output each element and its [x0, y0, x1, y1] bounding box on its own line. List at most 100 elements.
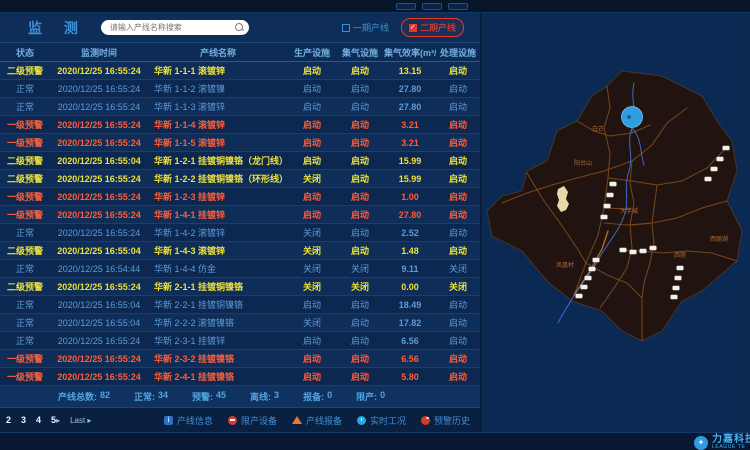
facility-marker[interactable]: [705, 177, 712, 181]
cluster-marker[interactable]: [622, 107, 643, 128]
status-cell: 一级预警: [0, 190, 50, 203]
gas-facility-cell: 启动: [336, 118, 384, 131]
gas-facility-cell: 启动: [336, 190, 384, 203]
facility-marker[interactable]: [620, 248, 627, 252]
facility-marker[interactable]: [581, 285, 588, 289]
treatment-facility-cell: 启动: [436, 118, 480, 131]
toolbar: 监 测 一期产线 ✓ 二期产线: [0, 13, 480, 43]
production-facility-cell: 启动: [288, 136, 336, 149]
table-row[interactable]: 二级预警 2020/12/25 16:55:24 华新 1-2-2 挂镀铜镍铬（…: [0, 170, 480, 188]
facility-marker[interactable]: [576, 294, 583, 298]
table-row[interactable]: 一级预警 2020/12/25 16:55:24 华新 1-1-4 滚镀锌 启动…: [0, 116, 480, 134]
table-row[interactable]: 正常 2020/12/25 16:55:24 华新 2-3-1 挂镀锌 启动 启…: [0, 332, 480, 350]
production-facility-cell: 关闭: [288, 172, 336, 185]
district-map[interactable]: 白芒阳台山大学城西丽湖西丽凤凰村: [482, 13, 748, 432]
map-canvas[interactable]: 白芒阳台山大学城西丽湖西丽凤凰村: [482, 13, 748, 432]
table-row[interactable]: 一级预警 2020/12/25 16:55:24 华新 2-3-2 挂镀镍铬 启…: [0, 350, 480, 368]
facility-marker[interactable]: [585, 276, 592, 280]
summary-label: 产线总数:: [58, 390, 97, 403]
page-button[interactable]: 3: [21, 415, 26, 425]
page-button[interactable]: 2: [6, 415, 11, 425]
table-row[interactable]: 二级预警 2020/12/25 16:55:24 华新 2-1-1 挂镀铜镍铬 …: [0, 278, 480, 296]
facility-marker[interactable]: [589, 267, 596, 271]
efficiency-cell: 18.49: [384, 300, 436, 310]
search-input[interactable]: [110, 23, 234, 32]
facility-marker[interactable]: [593, 258, 600, 262]
table-row[interactable]: 一级预警 2020/12/25 16:55:24 华新 1-2-3 挂镀锌 启动…: [0, 188, 480, 206]
table-row[interactable]: 一级预警 2020/12/25 16:55:24 华新 1-1-5 滚镀锌 启动…: [0, 134, 480, 152]
facility-marker[interactable]: [607, 193, 614, 197]
last-page-button[interactable]: Last ▸: [70, 416, 91, 425]
cluster-marker-dot: [627, 115, 631, 119]
status-cell: 正常: [0, 298, 50, 311]
legend-button-report-triangle[interactable]: 产线报备: [292, 414, 342, 427]
top-window-bar: [0, 0, 750, 13]
topbar-tab[interactable]: [448, 3, 468, 10]
line-name-cell: 华新 1-1-4 滚镀锌: [148, 118, 288, 131]
header-status: 状态: [0, 46, 50, 59]
checkbox-unchecked-icon[interactable]: [342, 24, 350, 32]
topbar-tab[interactable]: [396, 3, 416, 10]
table-row[interactable]: 一级预警 2020/12/25 16:55:24 华新 2-4-1 挂镀镍铬 启…: [0, 368, 480, 386]
treatment-facility-cell: 关闭: [436, 280, 480, 293]
summary-bar: 产线总数: 82 正常: 34 预警: 45 离线: 3 报备: 0 限产: 0: [0, 386, 480, 408]
summary-item: 报备: 0: [303, 390, 332, 403]
table-row[interactable]: 正常 2020/12/25 16:55:04 华新 2-2-1 挂镀铜镍铬 启动…: [0, 296, 480, 314]
table-row[interactable]: 二级预警 2020/12/25 16:55:24 华新 1-1-1 滚镀锌 启动…: [0, 62, 480, 80]
legend-button-alert-history[interactable]: 预警历史: [421, 414, 470, 427]
table-row[interactable]: 正常 2020/12/25 16:55:24 华新 1-1-3 滚镀锌 启动 启…: [0, 98, 480, 116]
line-name-cell: 华新 1-1-3 滚镀锌: [148, 100, 288, 113]
status-cell: 一级预警: [0, 118, 50, 131]
facility-marker[interactable]: [675, 276, 682, 280]
time-cell: 2020/12/25 16:55:24: [50, 336, 148, 346]
facility-marker[interactable]: [717, 157, 724, 161]
company-logo: 力嘉科技 LEAGUE TE: [694, 435, 750, 450]
facility-marker[interactable]: [610, 182, 617, 186]
production-facility-cell: 启动: [288, 334, 336, 347]
table-row[interactable]: 二级预警 2020/12/25 16:55:04 华新 1-4-3 滚镀锌 关闭…: [0, 242, 480, 260]
facility-marker[interactable]: [604, 204, 611, 208]
table-row[interactable]: 正常 2020/12/25 16:55:24 华新 1-4-2 滚镀锌 关闭 启…: [0, 224, 480, 242]
table-row[interactable]: 二级预警 2020/12/25 16:55:04 华新 1-2-1 挂镀铜镍铬（…: [0, 152, 480, 170]
search-icon[interactable]: [234, 22, 245, 33]
efficiency-cell: 15.99: [384, 174, 436, 184]
topbar-tab[interactable]: [422, 3, 442, 10]
logo-text-en: LEAGUE TE: [712, 445, 750, 450]
search-box: [101, 20, 249, 35]
status-cell: 一级预警: [0, 208, 50, 221]
facility-marker[interactable]: [671, 295, 678, 299]
production-facility-cell: 启动: [288, 352, 336, 365]
line-name-cell: 华新 1-4-4 仿金: [148, 262, 288, 275]
facility-marker[interactable]: [677, 266, 684, 270]
treatment-facility-cell: 启动: [436, 226, 480, 239]
table-row[interactable]: 正常 2020/12/25 16:55:04 华新 2-2-2 滚镀镍铬 关闭 …: [0, 314, 480, 332]
production-facility-cell: 启动: [288, 298, 336, 311]
header-treatment: 处理设施: [436, 46, 480, 59]
phase1-checkbox-group[interactable]: 一期产线: [342, 21, 389, 34]
page-button[interactable]: 4: [36, 415, 41, 425]
facility-marker[interactable]: [640, 249, 647, 253]
facility-marker[interactable]: [723, 146, 730, 150]
phase2-toggle-button[interactable]: ✓ 二期产线: [401, 18, 464, 37]
line-name-cell: 华新 1-1-5 滚镀锌: [148, 136, 288, 149]
facility-marker[interactable]: [711, 167, 718, 171]
facility-marker[interactable]: [650, 246, 657, 250]
treatment-facility-cell: 启动: [436, 154, 480, 167]
map-place-label: 白芒: [592, 125, 604, 133]
time-cell: 2020/12/25 16:55:24: [50, 228, 148, 238]
next-page-button[interactable]: ▸: [56, 416, 60, 425]
legend-button-info-square[interactable]: 产线信息: [164, 414, 213, 427]
efficiency-cell: 9.11: [384, 264, 436, 274]
facility-marker[interactable]: [673, 286, 680, 290]
table-row[interactable]: 正常 2020/12/25 16:54:44 华新 1-4-4 仿金 关闭 关闭…: [0, 260, 480, 278]
table-row[interactable]: 一级预警 2020/12/25 16:55:24 华新 1-4-1 挂镀锌 启动…: [0, 206, 480, 224]
facility-marker[interactable]: [601, 215, 608, 219]
line-name-cell: 华新 1-4-3 滚镀锌: [148, 244, 288, 257]
legend-button-limit-circle[interactable]: 限产设备: [228, 414, 277, 427]
legend-button-realtime-gauge[interactable]: 实时工况: [357, 414, 406, 427]
status-cell: 一级预警: [0, 370, 50, 383]
efficiency-cell: 17.82: [384, 318, 436, 328]
header-name: 产线名称: [148, 46, 288, 59]
facility-marker[interactable]: [630, 250, 637, 254]
table-row[interactable]: 正常 2020/12/25 16:55:24 华新 1-1-2 滚镀镍 启动 启…: [0, 80, 480, 98]
